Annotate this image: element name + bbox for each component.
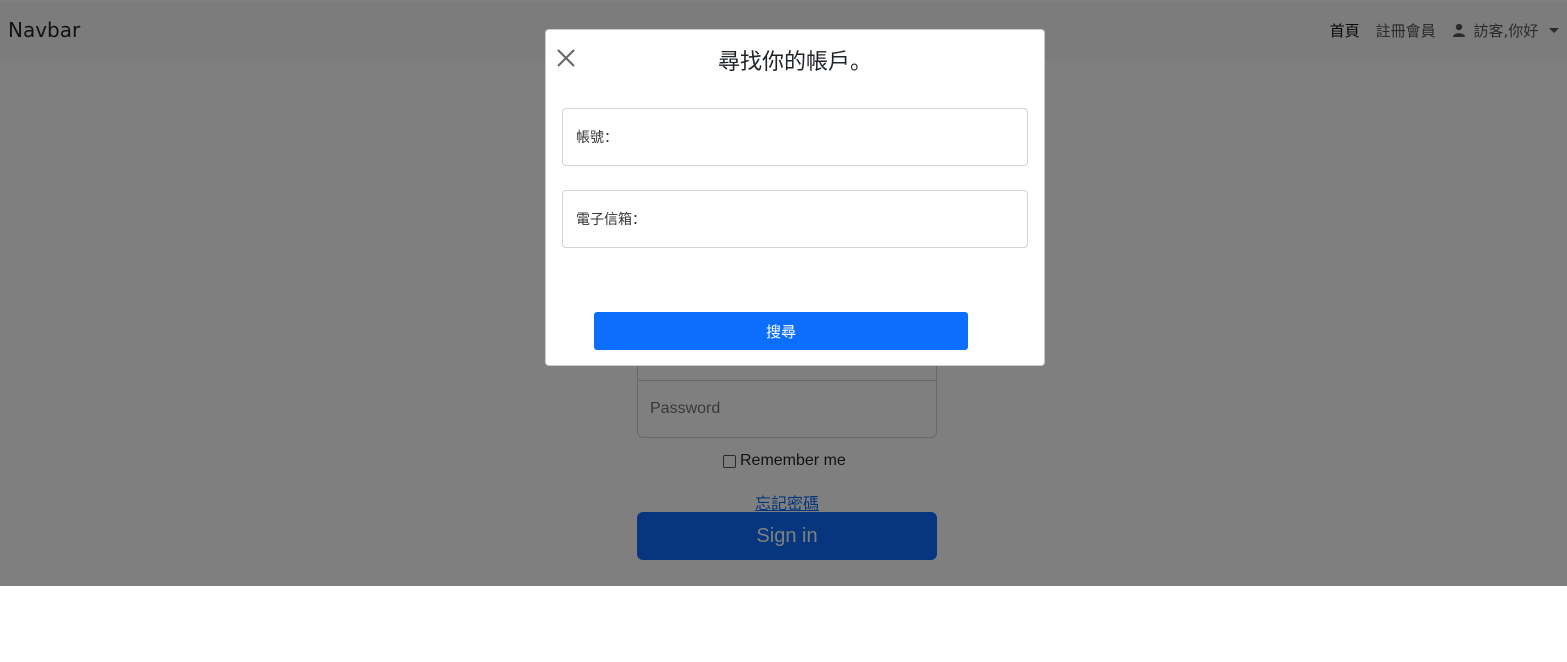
email-field[interactable]: 電子信箱：	[562, 190, 1028, 248]
search-button[interactable]: 搜尋	[594, 312, 968, 350]
account-label: 帳號：	[576, 130, 618, 146]
account-field[interactable]: 帳號：	[562, 108, 1028, 166]
find-account-modal: 尋找你的帳戶。 帳號： 電子信箱： 搜尋	[545, 29, 1045, 366]
email-label: 電子信箱：	[576, 212, 646, 228]
modal-title: 尋找你的帳戶。	[717, 50, 872, 75]
